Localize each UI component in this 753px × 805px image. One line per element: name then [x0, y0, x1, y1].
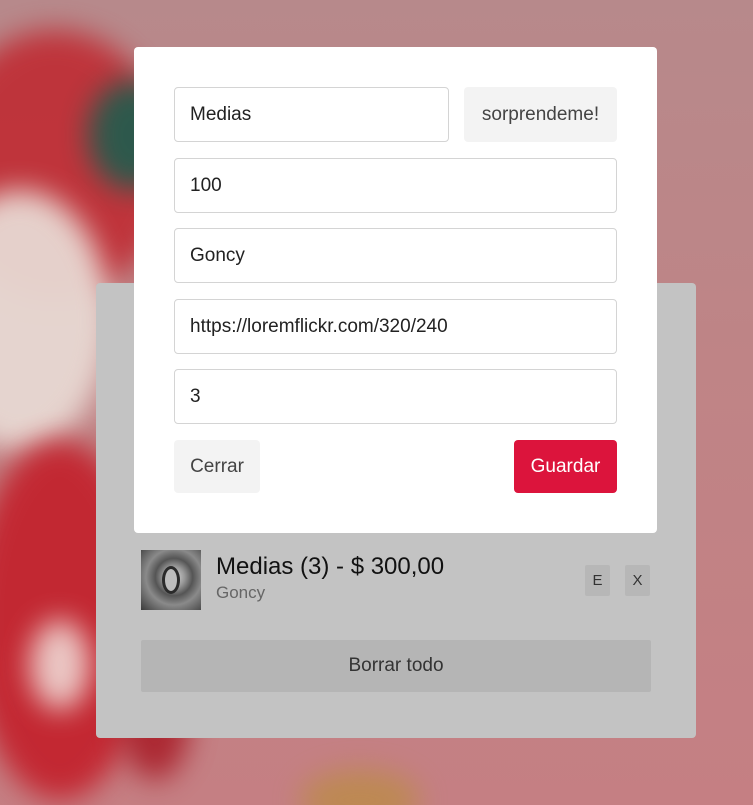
save-button[interactable]: Guardar [514, 440, 617, 493]
gift-name-input[interactable] [174, 87, 449, 142]
surprise-button[interactable]: sorprendeme! [464, 87, 617, 142]
image-thumbnail-icon [162, 566, 180, 594]
list-item: Medias (3) - $ 300,00 Goncy E X [141, 550, 651, 610]
item-recipient: Goncy [216, 583, 266, 602]
quantity-input[interactable] [174, 158, 617, 213]
recipient-input[interactable] [174, 228, 617, 283]
image-url-input[interactable] [174, 299, 617, 354]
item-title: Medias (3) - $ 300,00 [216, 553, 445, 580]
edit-button[interactable]: E [585, 565, 610, 596]
item-thumbnail [141, 550, 201, 610]
remove-button[interactable]: X [625, 565, 650, 596]
count-input[interactable] [174, 369, 617, 424]
clear-all-button[interactable]: Borrar todo [141, 640, 651, 692]
edit-gift-modal: sorprendeme! Cerrar Guardar [134, 47, 657, 533]
close-button[interactable]: Cerrar [174, 440, 260, 493]
